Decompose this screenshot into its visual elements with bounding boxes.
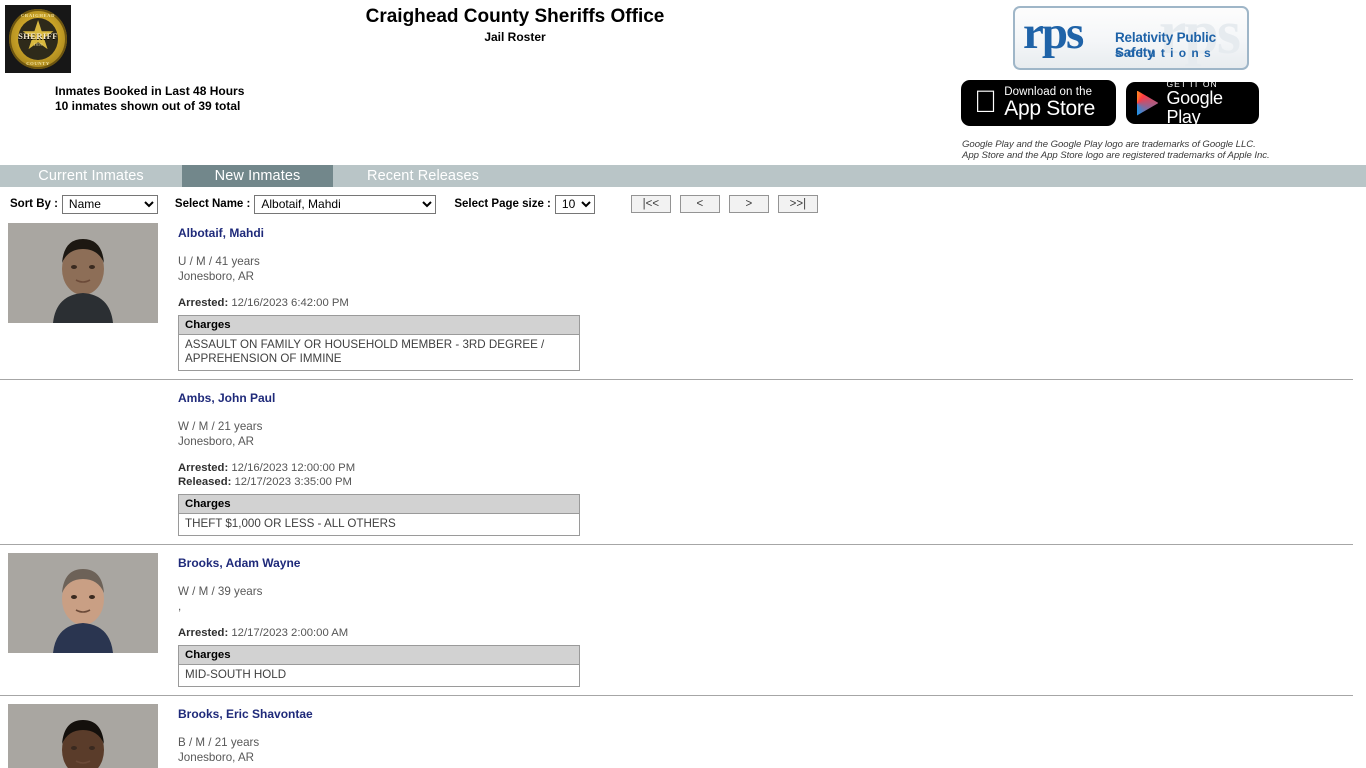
roster-summary-line2: 10 inmates shown out of 39 total xyxy=(55,99,241,113)
tab-bar: Current Inmates New Inmates Recent Relea… xyxy=(0,165,1366,187)
charges-column-header: Charges xyxy=(178,315,580,335)
page-size-label: Select Page size : xyxy=(454,198,551,210)
inmate-city: Jonesboro, AR xyxy=(178,434,255,448)
select-name-select[interactable]: Albotaif, Mahdi xyxy=(254,194,437,214)
inmate-photo-cell xyxy=(0,553,178,687)
rps-tagline-2: solutions xyxy=(1115,46,1217,60)
released-date: Released: 12/17/2023 3:35:00 PM xyxy=(178,476,352,488)
page-header: CRAIGHEAD ★ SHERIFF 1859 COUNTY Craighea… xyxy=(0,0,1366,165)
inmate-demographics: W / M / 21 years xyxy=(178,420,263,433)
app-store-big-label: App Store xyxy=(981,97,1095,120)
tab-new-inmates-label: New Inmates xyxy=(214,168,301,184)
arrested-date: Arrested: 12/17/2023 2:00:00 AM xyxy=(178,627,349,639)
charges-column-header: Charges xyxy=(178,494,580,514)
rps-wordmark: rps xyxy=(1023,7,1084,59)
arrested-date: Arrested: 12/16/2023 6:42:00 PM xyxy=(178,297,349,309)
inmate-info: Brooks, Eric Shavontae B / M / 21 years Jo… xyxy=(178,704,1353,768)
inmate-photo-cell xyxy=(0,223,178,371)
inmate-record: Brooks, Adam Wayne W / M / 39 years, Arres… xyxy=(0,545,1353,696)
inmate-dates: Arrested: 12/16/2023 6:42:00 PM xyxy=(178,296,1353,310)
trademark-notice: Google Play and the Google Play logo are… xyxy=(962,139,1270,161)
roster-controls: Sort By : Name Select Name : Albotaif, M… xyxy=(0,187,1366,215)
inmate-dates: Arrested: 12/17/2023 2:00:00 AM xyxy=(178,626,1353,640)
charges-table: Charges MID-SOUTH HOLD xyxy=(178,645,580,687)
inmate-demographics: U / M / 41 years xyxy=(178,255,260,268)
app-store-badge[interactable]:  Download on the App Store xyxy=(961,80,1116,126)
trademark-line-1: Google Play and the Google Play logo are… xyxy=(962,139,1256,150)
next-page-button[interactable]: > xyxy=(728,195,769,213)
sort-by-select[interactable]: Name xyxy=(61,194,158,214)
inmate-info: Ambs, John Paul W / M / 21 years Jonesboro… xyxy=(178,388,1353,536)
first-page-button[interactable]: |<< xyxy=(630,195,671,213)
google-play-icon xyxy=(1137,90,1159,116)
inmate-info: Brooks, Adam Wayne W / M / 39 years, Arres… xyxy=(178,553,1353,687)
charges-table: Charges ASSAULT ON FAMILY OR HOUSEHOLD ME… xyxy=(178,315,580,371)
mugshot-photo xyxy=(8,704,158,768)
inmate-city: , xyxy=(178,599,182,613)
sort-by-label: Sort By : xyxy=(10,198,58,210)
inmate-demographics: W / M / 39 years xyxy=(178,585,263,598)
charge-description: ASSAULT ON FAMILY OR HOUSEHOLD MEMBER - … xyxy=(185,338,545,365)
charges-column-header: Charges xyxy=(178,645,580,665)
mugshot-photo xyxy=(8,223,158,323)
inmate-record: Albotaif, Mahdi U / M / 41 years Jonesboro… xyxy=(0,215,1353,380)
badge-center-text: SHERIFF xyxy=(18,31,58,41)
roster-summary-line1: Inmates Booked in Last 48 Hours xyxy=(55,84,245,98)
page-size-select[interactable]: 10 xyxy=(554,194,595,214)
title-block: Craighead County Sheriffs Office Jail Ro… xyxy=(0,5,1030,45)
mugshot-photo xyxy=(8,553,158,653)
arrested-date: Arrested: 12/16/2023 12:00:00 PM xyxy=(178,462,356,474)
inmate-photo-cell xyxy=(0,388,178,536)
inmate-name-link[interactable]: Brooks, Adam Wayne xyxy=(178,556,300,571)
inmate-city: Jonesboro, AR xyxy=(178,750,255,764)
charge-description: MID-SOUTH HOLD xyxy=(185,668,287,681)
inmate-roster-list: Albotaif, Mahdi U / M / 41 years Jonesboro… xyxy=(0,215,1366,768)
apple-icon:  xyxy=(974,86,997,117)
select-name-label: Select Name : xyxy=(174,198,251,210)
inmate-record: Brooks, Eric Shavontae B / M / 21 years Jo… xyxy=(0,696,1353,768)
page-subtitle: Jail Roster xyxy=(484,30,546,44)
inmate-city: Jonesboro, AR xyxy=(178,269,255,283)
google-play-big-label: Google Play xyxy=(1166,88,1223,127)
inmate-name-link[interactable]: Ambs, John Paul xyxy=(178,391,275,406)
charges-table: Charges THEFT $1,000 OR LESS - ALL OTHERS xyxy=(178,494,580,536)
inmate-name-link[interactable]: Albotaif, Mahdi xyxy=(178,226,264,241)
tab-current-inmates-label: Current Inmates xyxy=(38,168,144,184)
tab-current-inmates[interactable]: Current Inmates xyxy=(0,165,182,187)
tab-new-inmates[interactable]: New Inmates xyxy=(182,165,333,187)
trademark-line-2: App Store and the App Store logo are reg… xyxy=(962,150,1270,161)
prev-page-button[interactable]: < xyxy=(679,195,720,213)
sheriff-badge-logo: CRAIGHEAD ★ SHERIFF 1859 COUNTY xyxy=(5,5,71,73)
inmate-demographics: B / M / 21 years xyxy=(178,736,260,749)
page-title: Craighead County Sheriffs Office xyxy=(365,6,665,27)
badge-bottom-text: COUNTY xyxy=(26,61,50,66)
last-page-button[interactable]: >>| xyxy=(777,195,818,213)
roster-summary: Inmates Booked in Last 48 Hours 10 inmat… xyxy=(55,84,244,114)
inmate-dates: Arrested: 12/16/2023 12:00:00 PM Released… xyxy=(178,461,1353,489)
inmate-name-link[interactable]: Brooks, Eric Shavontae xyxy=(178,707,313,722)
inmate-record: Ambs, John Paul W / M / 21 years Jonesboro… xyxy=(0,380,1353,545)
rps-vendor-logo[interactable]: rps rps Relativity Public Safety solutio… xyxy=(1013,6,1249,70)
inmate-photo-cell xyxy=(0,704,178,768)
badge-year-text: 1859 xyxy=(33,42,43,47)
inmate-info: Albotaif, Mahdi U / M / 41 years Jonesboro… xyxy=(178,223,1353,371)
tab-recent-releases-label: Recent Releases xyxy=(367,168,479,184)
google-play-badge[interactable]: GET IT ON Google Play xyxy=(1126,79,1259,127)
tab-recent-releases[interactable]: Recent Releases xyxy=(333,165,513,187)
charge-description: THEFT $1,000 OR LESS - ALL OTHERS xyxy=(185,517,396,530)
